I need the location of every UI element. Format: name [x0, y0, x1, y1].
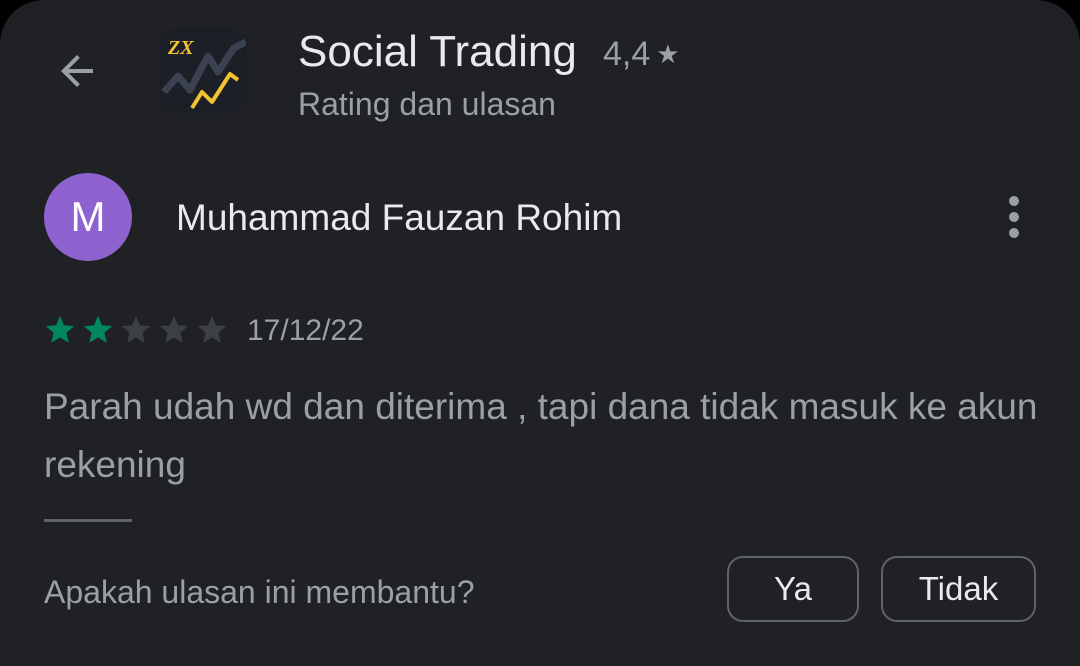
divider [44, 519, 132, 522]
more-options-button[interactable] [994, 192, 1034, 242]
back-button[interactable] [46, 40, 108, 102]
review-detail-screen: ZX Social Trading 4,4 ★ Rating dan ulasa… [0, 0, 1080, 666]
review-date: 17/12/22 [247, 314, 364, 347]
app-icon-logo-text: ZX [167, 37, 194, 59]
star-filled-icon [45, 315, 75, 343]
arrow-back-icon [61, 55, 93, 87]
star-filled-icon [83, 315, 113, 343]
star-empty-icon [159, 315, 189, 343]
star-empty-icon [121, 315, 151, 343]
helpful-question: Apakah ulasan ini membantu? [44, 574, 475, 610]
reviewer-name: Muhammad Fauzan Rohim [176, 197, 623, 238]
app-header: ZX Social Trading 4,4 ★ Rating dan ulasa… [0, 0, 1080, 148]
star-empty-icon [197, 315, 227, 343]
avatar: M [44, 173, 132, 261]
app-title: Social Trading [298, 27, 577, 76]
helpful-no-button[interactable]: Tidak [881, 556, 1036, 622]
star-rating [43, 312, 233, 348]
review-text: Parah udah wd dan diterima , tapi dana t… [44, 386, 1038, 485]
more-vert-icon [1009, 196, 1019, 206]
helpful-yes-button[interactable]: Ya [727, 556, 859, 622]
star-icon: ★ [656, 39, 680, 69]
app-rating: 4,4 ★ [603, 34, 680, 74]
app-rating-value: 4,4 [603, 35, 651, 73]
app-icon: ZX [160, 28, 246, 114]
avatar-letter: M [70, 193, 106, 240]
page-subtitle: Rating dan ulasan [298, 86, 556, 122]
